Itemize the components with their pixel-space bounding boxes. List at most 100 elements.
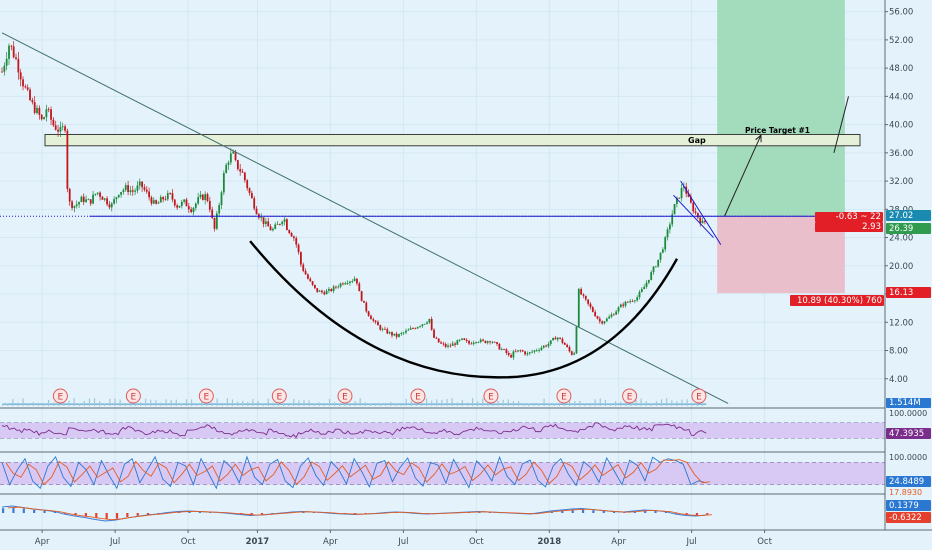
candle-body <box>337 286 340 288</box>
candle-body <box>271 228 274 231</box>
price-axis-label: 24.00 <box>889 234 913 244</box>
candle-body <box>206 194 209 201</box>
candle-body <box>43 117 45 120</box>
last-price-badge[interactable]: 27.02 <box>886 210 931 221</box>
candle-body <box>346 283 349 284</box>
candle-body <box>330 289 333 292</box>
macd-bar <box>22 508 25 513</box>
earnings-marker[interactable]: E <box>622 388 638 404</box>
candle-body <box>475 342 477 343</box>
candle-body <box>103 198 106 200</box>
volume-bar <box>574 401 576 406</box>
earnings-marker[interactable]: E <box>271 388 287 404</box>
candle-body <box>274 224 277 229</box>
target-diff-badge[interactable]: 2.93 <box>815 222 883 232</box>
candle-body <box>127 185 130 193</box>
long-position-profit-zone[interactable] <box>717 0 845 217</box>
candle-body <box>528 352 531 354</box>
candle-body <box>264 221 267 224</box>
candle-body <box>619 304 622 308</box>
volume-bar <box>528 403 530 406</box>
price-axis-label: 56.00 <box>889 8 913 18</box>
volume-bar <box>609 403 612 406</box>
candle-body <box>31 100 34 103</box>
rsi-value-badge[interactable]: 47.3935 <box>886 428 931 439</box>
macd-bar <box>115 513 119 519</box>
earnings-marker[interactable]: E <box>337 388 353 404</box>
volume-badge[interactable]: 1.514M <box>886 398 931 408</box>
earnings-letter: E <box>342 393 348 403</box>
earnings-marker[interactable]: E <box>52 388 68 404</box>
candle-body <box>479 339 482 343</box>
candle-body <box>136 185 139 191</box>
candle-body <box>458 339 461 341</box>
earnings-letter: E <box>696 393 702 403</box>
price-axis-label: 52.00 <box>889 36 913 46</box>
volume-bar <box>221 402 223 406</box>
volume-bar <box>83 401 85 406</box>
stop-price-badge[interactable]: 16.13 <box>886 287 931 298</box>
candle-body <box>307 274 309 279</box>
candle-body <box>316 288 319 292</box>
candle-body <box>108 204 111 208</box>
candle-body <box>75 204 78 206</box>
volume-bar <box>579 400 581 406</box>
price-axis-label: 12.00 <box>889 318 913 328</box>
candle-body <box>236 160 239 169</box>
candle-body <box>96 192 99 194</box>
candle-body <box>610 314 613 317</box>
earnings-marker[interactable]: E <box>556 388 572 404</box>
gap-zone[interactable] <box>44 133 861 147</box>
volume-bar <box>257 400 259 406</box>
candle-body <box>563 342 566 345</box>
price-axis-label: 4.00 <box>889 375 908 385</box>
earnings-letter: E <box>58 393 64 403</box>
candle-body <box>57 129 59 132</box>
candle-body <box>26 87 29 90</box>
macd-value-badge[interactable]: 0.1379 <box>886 500 931 511</box>
macd-signal-badge[interactable]: -0.6322 <box>886 512 931 523</box>
candle-body <box>162 197 165 200</box>
candle-body <box>638 292 641 298</box>
volume-bar <box>533 402 535 406</box>
candle-body <box>374 320 377 322</box>
volume-bar <box>380 403 382 406</box>
candle-body <box>433 329 435 338</box>
earnings-marker[interactable]: E <box>410 388 426 404</box>
volume-bar <box>32 402 34 406</box>
earnings-marker[interactable]: E <box>483 388 499 404</box>
candle-body <box>131 190 134 192</box>
candle-body <box>349 281 351 284</box>
candle-body <box>624 301 627 306</box>
candle-body <box>484 340 487 344</box>
volume-bar <box>109 398 111 406</box>
candle-body <box>470 343 473 345</box>
candle-body <box>549 340 552 345</box>
volume-bar <box>425 398 428 406</box>
change-badge[interactable]: -0.63 ~ 22 <box>815 212 883 222</box>
trading-chart[interactable]: Gap Price Target #1 E E E E E E E E E E 4.00 8.00 12.0… <box>0 0 932 550</box>
earnings-marker[interactable]: E <box>125 388 141 404</box>
earnings-marker[interactable]: E <box>691 388 707 404</box>
stoch-value-badge-text: 24.8489 <box>889 477 924 487</box>
candle-body <box>143 187 146 190</box>
volume-bar <box>267 398 269 406</box>
stoch-value-badge[interactable]: 24.8489 <box>886 476 931 487</box>
volume-bar <box>666 398 668 406</box>
volume-bar <box>328 398 331 406</box>
candle-body <box>566 344 569 348</box>
candle-body <box>423 323 426 325</box>
price-axis-label: 44.00 <box>889 92 913 102</box>
stop-info-badge[interactable]: 10.89 (40.30%) 760 <box>790 295 884 306</box>
time-axis-label: Jul <box>109 537 120 547</box>
stop-info-badge-text: 10.89 (40.30%) 760 <box>797 296 882 306</box>
candle-body <box>559 337 562 339</box>
candle-body <box>393 333 396 336</box>
volume-bar <box>349 403 351 406</box>
candle-body <box>64 126 66 131</box>
candle-body <box>159 197 162 203</box>
candle-body <box>650 272 653 280</box>
entry-price-badge[interactable]: 26.39 <box>886 223 931 234</box>
volume-bar <box>390 402 392 406</box>
earnings-marker[interactable]: E <box>198 388 214 404</box>
